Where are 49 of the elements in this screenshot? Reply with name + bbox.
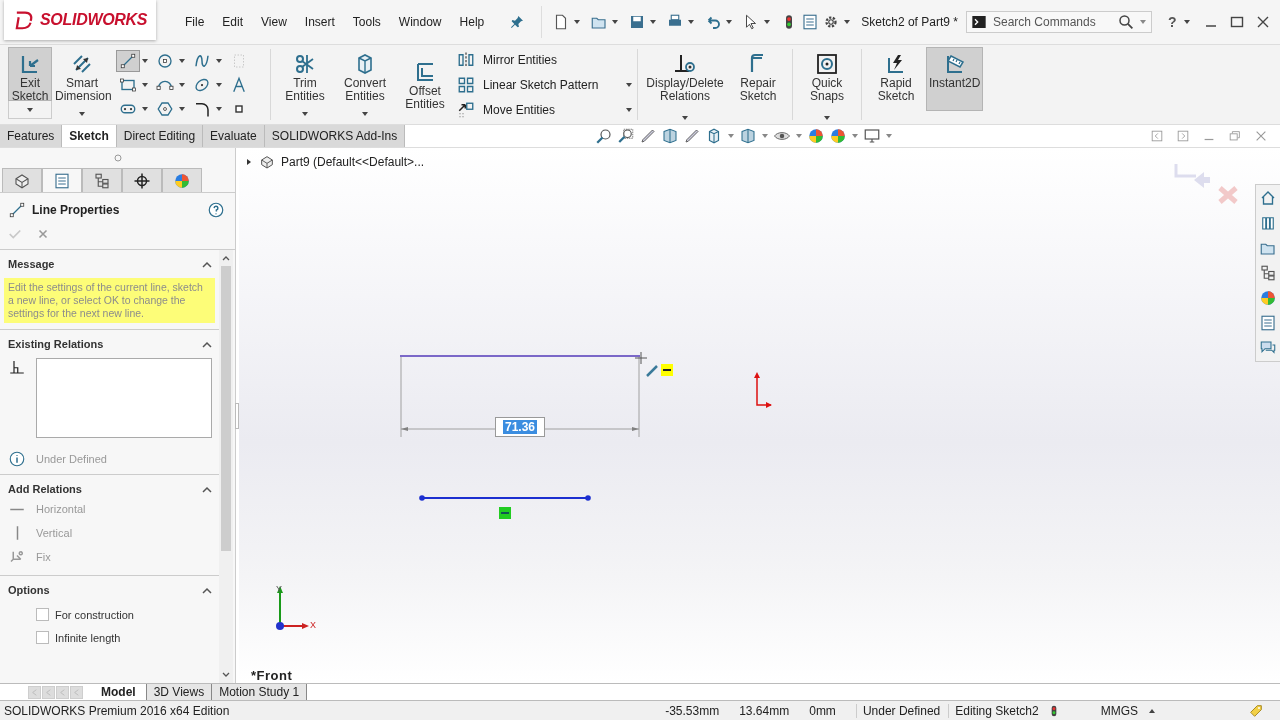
ribbon-button[interactable]: Instant2D — [926, 47, 984, 111]
ribbon-button[interactable]: Repair Sketch — [728, 47, 788, 111]
checkbox-label: Infinite length — [55, 631, 121, 644]
menu-item[interactable]: Insert — [295, 15, 344, 29]
tab[interactable]: 3D Views — [146, 684, 213, 700]
app-logo[interactable]: SOLIDWORKS — [4, 0, 156, 40]
definition-status: Under Defined — [36, 453, 107, 465]
menu-item[interactable]: View — [252, 15, 296, 29]
axis-label: X — [310, 620, 316, 630]
section-heading: Options — [8, 584, 50, 596]
ribbon-button[interactable]: Move Entities — [457, 100, 556, 119]
menu-item[interactable]: File — [176, 15, 214, 29]
tab[interactable]: Sketch — [62, 125, 117, 147]
tab[interactable]: Motion Study 1 — [212, 684, 308, 700]
status-text: SOLIDWORKS Premium 2016 x64 Edition — [4, 703, 230, 718]
ribbon-button[interactable]: Trim Entities — [275, 47, 335, 104]
menu-item[interactable]: Window — [389, 15, 451, 29]
search-field[interactable]: Search Commands — [965, 11, 1152, 33]
section-heading: Add Relations — [8, 483, 82, 495]
exit-sketch-button[interactable]: Exit Sketch — [8, 47, 52, 101]
ribbon-button[interactable]: Quick Snaps — [797, 47, 857, 108]
smart-dimension-button[interactable]: Smart Dimension — [52, 47, 112, 104]
help-button[interactable]: ? — [1167, 14, 1177, 30]
section-heading: Message — [8, 258, 55, 270]
unit-system[interactable]: MMGS — [1100, 703, 1138, 718]
menu-item[interactable]: Edit — [213, 15, 253, 29]
ribbon-button[interactable]: Rapid Sketch — [866, 47, 926, 111]
menu-item[interactable]: Tools — [343, 15, 390, 29]
ribbon-button[interactable]: Display/Delete Relations — [642, 47, 728, 108]
search-input[interactable]: Search Commands — [990, 15, 1113, 29]
z-coordinate: 0mm — [809, 703, 836, 718]
menu-item[interactable]: Help — [450, 15, 494, 29]
y-coordinate: 13.64mm — [739, 703, 790, 718]
app-name: SOLIDWORKS — [40, 11, 148, 29]
ribbon-button[interactable]: Linear Sketch Pattern — [457, 75, 599, 94]
view-name: *Front — [251, 668, 293, 683]
ribbon-button[interactable]: Mirror Entities — [457, 50, 557, 69]
x-coordinate: -35.53mm — [665, 703, 720, 718]
axis-label: Y — [276, 584, 282, 594]
section-heading: Existing Relations — [8, 338, 104, 350]
tree-item[interactable]: Part9 (Default<<Default>... — [281, 155, 425, 169]
document-title: Sketch2 of Part9 * — [861, 15, 958, 29]
ribbon-button[interactable]: Convert Entities — [335, 47, 395, 104]
sketch-status: Under Defined — [855, 703, 941, 718]
ribbon-button[interactable]: Offset Entities — [395, 55, 455, 112]
checkbox-label: For construction — [55, 608, 134, 621]
panel-title: Line Properties — [32, 203, 121, 217]
message-text: Edit the settings of the current line, sketch a new line, or select OK to change the settings for the next new line. — [4, 278, 215, 323]
editing-status: Editing Sketch2 — [948, 703, 1039, 718]
